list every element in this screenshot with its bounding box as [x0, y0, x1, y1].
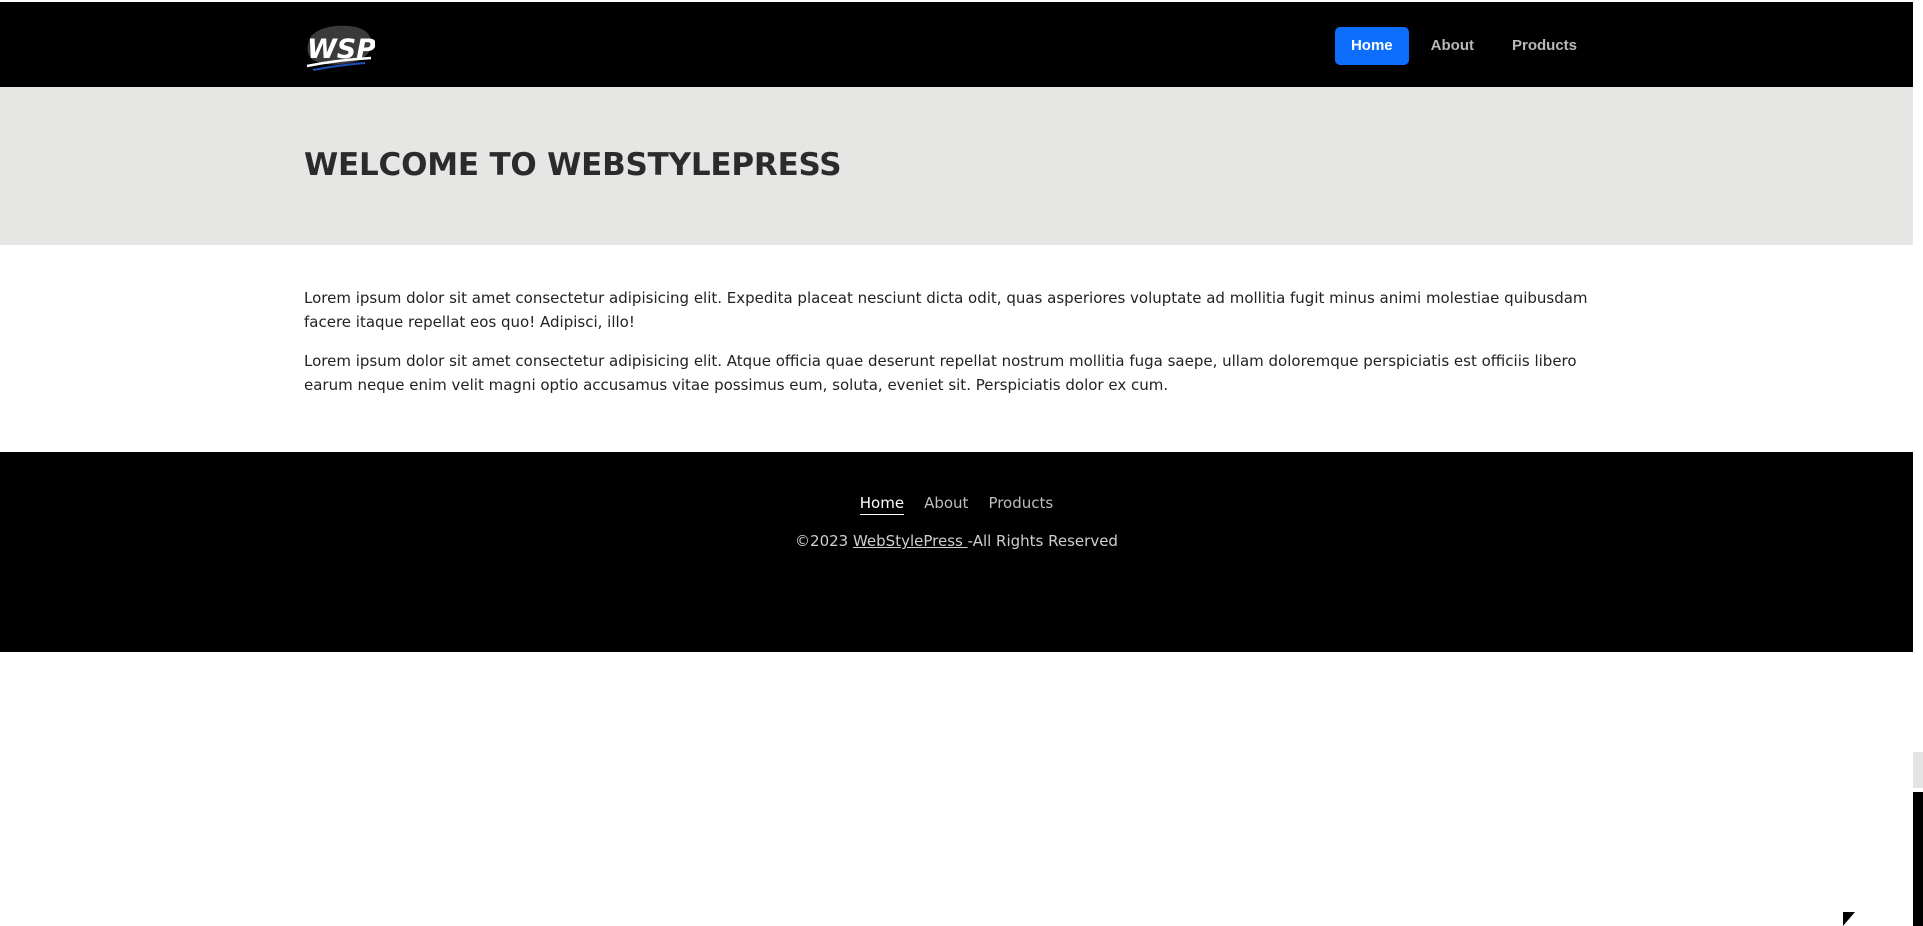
footer-nav: Home About Products [0, 494, 1913, 515]
paragraph-2: Lorem ipsum dolor sit amet consectetur a… [304, 352, 1577, 394]
page: WSP Home About Products WELCOME TO WEBST… [0, 0, 1913, 926]
main-content: Lorem ipsum dolor sit amet consectetur a… [304, 286, 1609, 412]
copyright-site-link[interactable]: WebStylePress [853, 532, 968, 550]
navbar: WSP Home About Products [0, 2, 1913, 87]
scrollbar-thumb[interactable] [1913, 752, 1923, 788]
nav-products-link[interactable]: Products [1496, 27, 1593, 65]
footer: Home About Products ©2023 WebStylePress … [0, 452, 1913, 652]
footer-products-link[interactable]: Products [988, 494, 1053, 515]
footer-about-link[interactable]: About [924, 494, 968, 515]
wsp-logo-icon: WSP [306, 25, 375, 71]
nav-home-link[interactable]: Home [1334, 27, 1409, 65]
mouse-cursor-icon [1843, 912, 1855, 926]
site-logo[interactable]: WSP [303, 22, 375, 72]
footer-home-link[interactable]: Home [859, 494, 905, 515]
page-title: WELCOME TO WEBSTYLEPRESS [304, 147, 842, 183]
copyright-text: ©2023 WebStylePress -All Rights Reserved [0, 532, 1913, 550]
nav-about-link[interactable]: About [1415, 27, 1490, 65]
copyright-prefix: ©2023 [795, 532, 853, 550]
paragraph-1: Lorem ipsum dolor sit amet consectetur a… [304, 289, 1588, 331]
main-nav: Home About Products [1334, 27, 1593, 65]
hero-banner: WELCOME TO WEBSTYLEPRESS [0, 87, 1913, 245]
copyright-suffix: -All Rights Reserved [967, 532, 1118, 550]
scrollbar-track-lower [1913, 792, 1923, 926]
